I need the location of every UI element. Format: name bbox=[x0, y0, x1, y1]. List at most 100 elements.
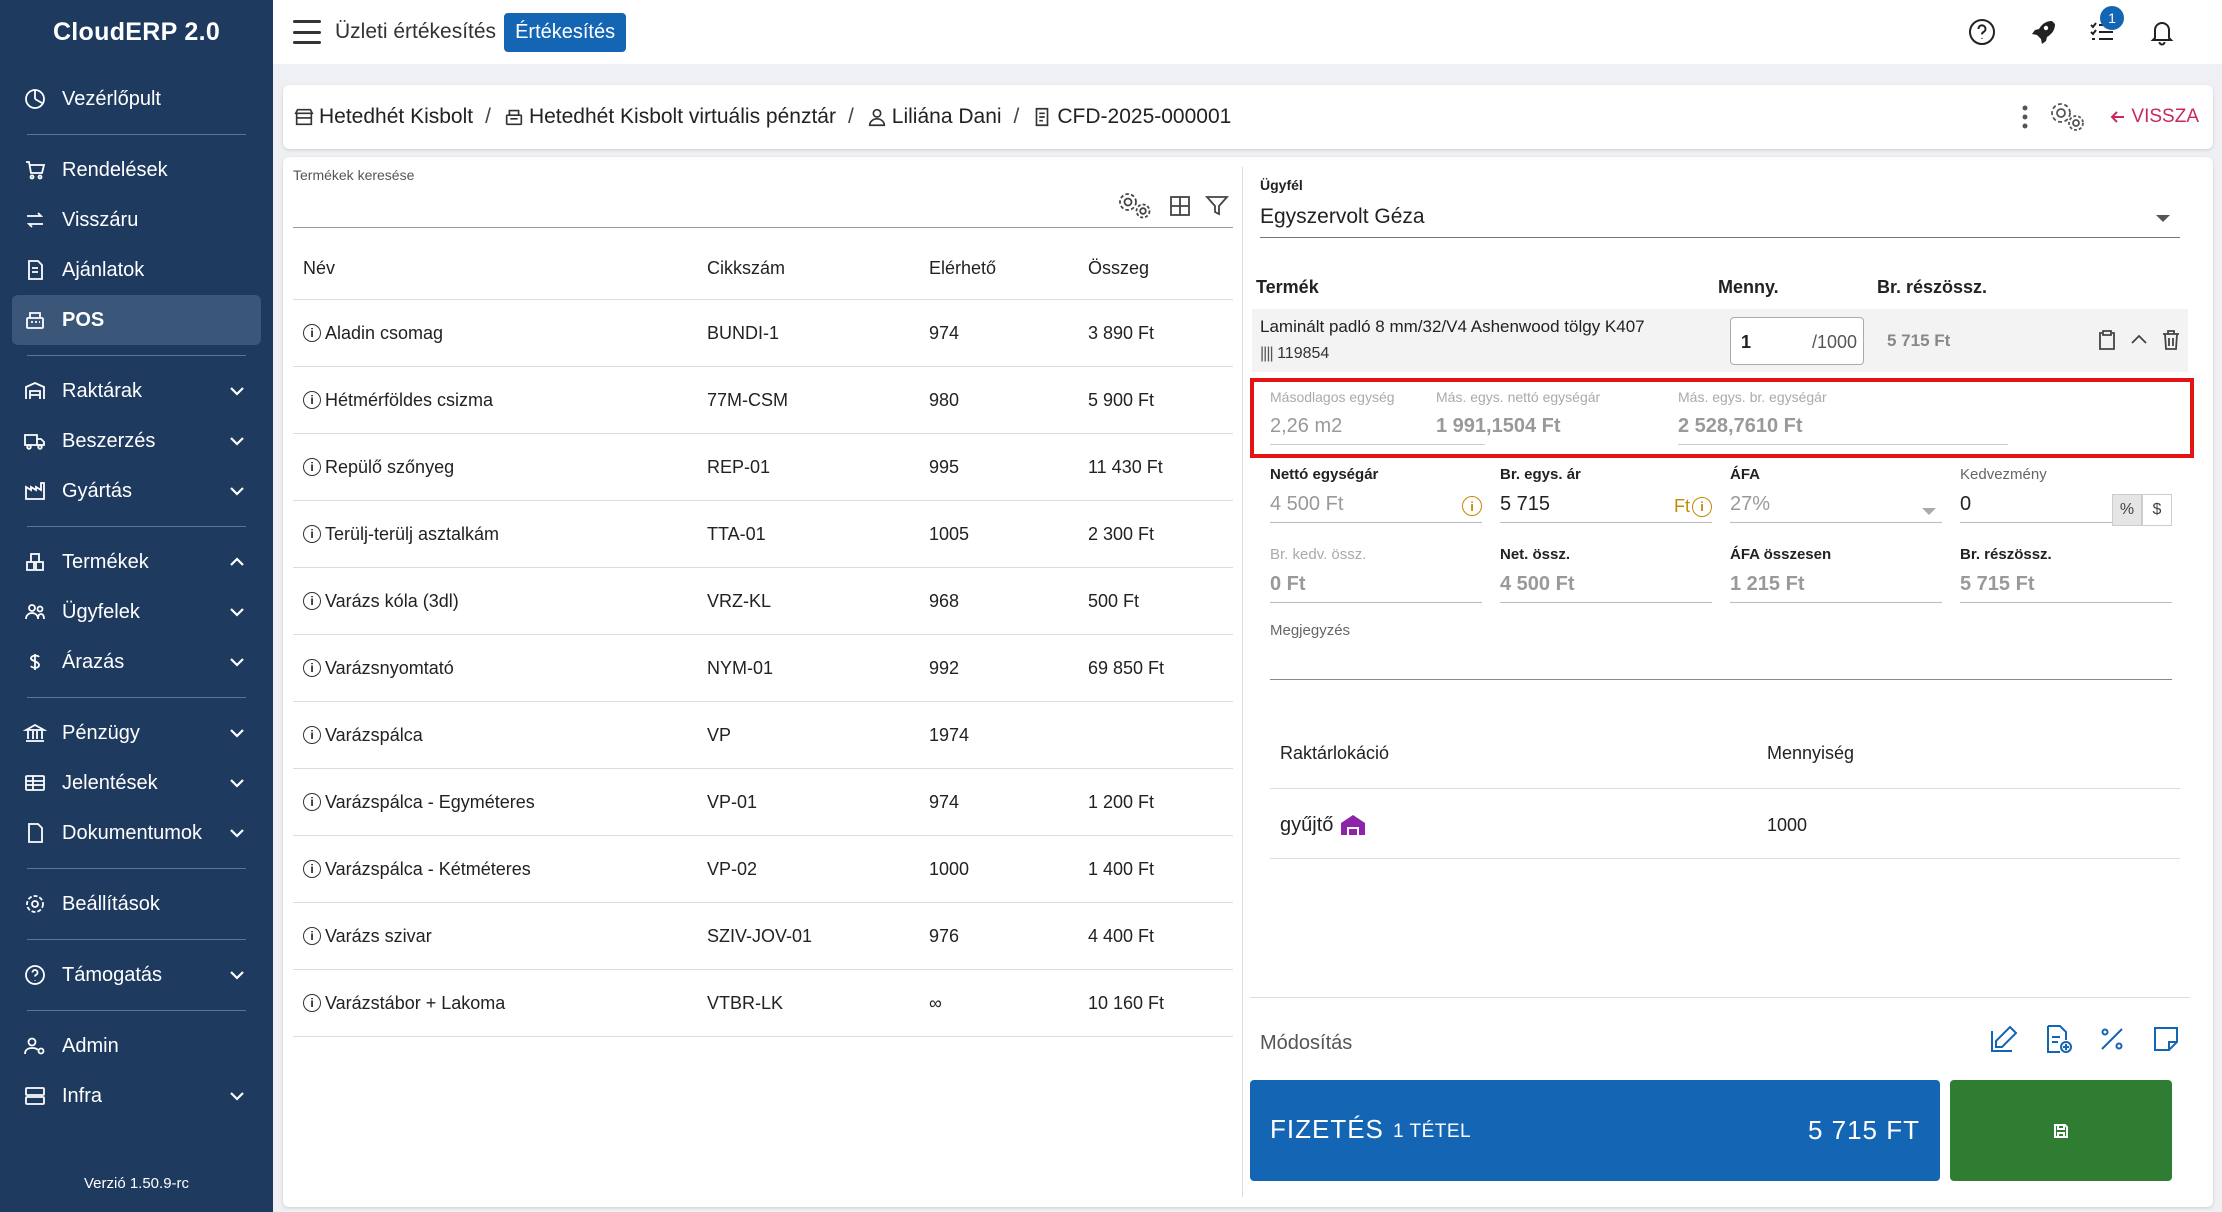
pay-button[interactable]: FIZETÉS 1 TÉTEL 5 715 FT bbox=[1250, 1080, 1940, 1181]
info-icon[interactable]: i bbox=[303, 458, 321, 476]
info-icon[interactable]: i bbox=[303, 324, 321, 342]
table-row[interactable]: i Varázspálca - Kétméteres VP-02 1000 1 400 … bbox=[293, 836, 1233, 903]
info-icon[interactable]: i bbox=[303, 726, 321, 744]
net-unit-price-field[interactable]: Nettó egységár 4 500 Ft i bbox=[1270, 466, 1482, 523]
sidebar-item-infra[interactable]: Infra bbox=[12, 1071, 261, 1121]
chevron-down-icon[interactable] bbox=[227, 652, 247, 672]
breadcrumb-register[interactable]: Hetedhét Kisbolt virtuális pénztár bbox=[503, 105, 836, 129]
caret-down-icon[interactable] bbox=[1922, 508, 1936, 515]
quantity-input[interactable]: 1 /1000 bbox=[1730, 317, 1864, 365]
discount-field[interactable]: Kedvezmény 0 % $ bbox=[1960, 466, 2172, 526]
customer-select[interactable]: Egyszervolt Géza bbox=[1260, 205, 1425, 229]
table-row[interactable]: i Varázspálca - Egyméteres VP-01 974 1 200 F… bbox=[293, 769, 1233, 836]
info-icon[interactable]: i bbox=[303, 860, 321, 878]
add-document-icon[interactable] bbox=[2042, 1023, 2074, 1055]
product-search-input[interactable] bbox=[293, 193, 1033, 227]
sidebar-item-dashboard[interactable]: Vezérlőpult bbox=[12, 74, 261, 124]
col-sku[interactable]: Cikkszám bbox=[707, 258, 785, 279]
caret-down-icon[interactable] bbox=[2156, 215, 2170, 222]
sidebar-item-returns[interactable]: Visszáru bbox=[12, 195, 261, 245]
trash-icon[interactable] bbox=[2160, 329, 2182, 351]
sidebar-item-orders[interactable]: Rendelések bbox=[12, 145, 261, 195]
sidebar-item-reports[interactable]: Jelentések bbox=[12, 758, 261, 808]
table-row[interactable]: i Terülj-terülj asztalkám TTA-01 1005 2 300 … bbox=[293, 501, 1233, 568]
discount-amount-button[interactable]: $ bbox=[2142, 494, 2172, 526]
chevron-down-icon[interactable] bbox=[227, 381, 247, 401]
chevron-up-icon[interactable] bbox=[2128, 329, 2150, 351]
sidebar-item-products[interactable]: Termékek bbox=[12, 537, 261, 587]
save-button[interactable] bbox=[1950, 1080, 2172, 1181]
settings-gears-icon[interactable] bbox=[2049, 101, 2089, 133]
chevron-down-icon[interactable] bbox=[227, 431, 247, 451]
table-row[interactable]: gyűjtő 1000 bbox=[1270, 789, 2180, 859]
breadcrumb-user[interactable]: Liliána Dani bbox=[866, 105, 1002, 129]
help-icon[interactable] bbox=[1952, 0, 2012, 64]
sidebar-item-support[interactable]: Támogatás bbox=[12, 950, 261, 1000]
chevron-down-icon[interactable] bbox=[227, 773, 247, 793]
chevron-up-icon[interactable] bbox=[227, 552, 247, 572]
table-row[interactable]: i Varázstábor + Lakoma VTBR-LK ∞ 10 160 Ft bbox=[293, 970, 1233, 1037]
col-available[interactable]: Elérhető bbox=[929, 258, 996, 279]
sidebar-item-warehouses[interactable]: Raktárak bbox=[12, 366, 261, 416]
info-icon[interactable]: i bbox=[303, 659, 321, 677]
info-icon[interactable]: i bbox=[303, 927, 321, 945]
sidebar-item-purchasing[interactable]: Beszerzés bbox=[12, 416, 261, 466]
chevron-down-icon[interactable] bbox=[227, 602, 247, 622]
breadcrumb-store[interactable]: Hetedhét Kisbolt bbox=[293, 105, 473, 129]
gross-unit-price-field[interactable]: Br. egys. ár 5 715 Ft i bbox=[1500, 466, 1712, 523]
brand-logo[interactable]: CloudERP 2.0 bbox=[0, 0, 273, 64]
discount-percent-button[interactable]: % bbox=[2112, 494, 2142, 526]
currency-suffix: Ft i bbox=[1674, 496, 1712, 517]
note-field[interactable]: Megjegyzés bbox=[1270, 622, 2172, 680]
gross-subtotal-value: 5 715 Ft bbox=[1960, 573, 2035, 595]
vat-select[interactable]: ÁFA 27% bbox=[1730, 466, 1942, 523]
rocket-icon[interactable] bbox=[2012, 0, 2072, 64]
info-icon[interactable]: i bbox=[303, 391, 321, 409]
table-row[interactable]: i Aladin csomag BUNDI-1 974 3 890 Ft bbox=[293, 300, 1233, 367]
table-row[interactable]: i Hétmérföldes csizma 77M-CSM 980 5 900 Ft bbox=[293, 367, 1233, 434]
sidebar-item-customers[interactable]: Ügyfelek bbox=[12, 587, 261, 637]
table-row[interactable]: i Varázsnyomtató NYM-01 992 69 850 Ft bbox=[293, 635, 1233, 702]
table-row[interactable]: i Varázspálca VP 1974 bbox=[293, 702, 1233, 769]
chevron-down-icon[interactable] bbox=[227, 723, 247, 743]
back-button[interactable]: VISSZA bbox=[2109, 106, 2199, 128]
table-row[interactable]: i Varázs kóla (3dl) VRZ-KL 968 500 Ft bbox=[293, 568, 1233, 635]
sidebar-item-documents[interactable]: Dokumentumok bbox=[12, 808, 261, 858]
grid-icon[interactable] bbox=[1169, 195, 1191, 217]
table-row[interactable]: i Repülő szőnyeg REP-01 995 11 430 Ft bbox=[293, 434, 1233, 501]
col-name[interactable]: Név bbox=[303, 258, 335, 279]
chevron-down-icon[interactable] bbox=[227, 481, 247, 501]
dollar-icon bbox=[22, 649, 48, 675]
percent-icon[interactable] bbox=[2096, 1023, 2128, 1055]
chevron-down-icon[interactable] bbox=[227, 823, 247, 843]
cart-item[interactable]: Laminált padló 8 mm/32/V4 Ashenwood tölg… bbox=[1252, 309, 2188, 372]
sidebar-item-pos[interactable]: POS bbox=[12, 295, 261, 345]
clipboard-icon[interactable] bbox=[2096, 329, 2118, 351]
col-amount[interactable]: Összeg bbox=[1088, 258, 1149, 279]
chevron-down-icon[interactable] bbox=[227, 965, 247, 985]
info-icon[interactable]: i bbox=[303, 994, 321, 1012]
warning-icon[interactable]: i bbox=[1462, 496, 1482, 516]
sidebar-item-pricing[interactable]: Árazás bbox=[12, 637, 261, 687]
sidebar-item-offers[interactable]: Ajánlatok bbox=[12, 245, 261, 295]
info-icon[interactable]: i bbox=[303, 793, 321, 811]
info-icon[interactable]: i bbox=[303, 592, 321, 610]
sidebar-item-label: Visszáru bbox=[62, 208, 139, 231]
sidebar-item-manufacturing[interactable]: Gyártás bbox=[12, 466, 261, 516]
sales-chip[interactable]: Értékesítés bbox=[504, 12, 627, 52]
note-icon[interactable] bbox=[2150, 1023, 2182, 1055]
menu-icon[interactable] bbox=[293, 20, 321, 44]
more-vertical-icon[interactable] bbox=[2021, 103, 2029, 131]
table-row[interactable]: i Varázs szivar SZIV-JOV-01 976 4 400 Ft bbox=[293, 903, 1233, 970]
filter-icon[interactable] bbox=[1205, 195, 1229, 217]
info-icon[interactable]: i bbox=[303, 525, 321, 543]
bell-icon[interactable] bbox=[2132, 0, 2192, 64]
edit-icon[interactable] bbox=[1988, 1023, 2020, 1055]
sidebar-item-admin[interactable]: Admin bbox=[12, 1021, 261, 1071]
tasks-icon[interactable]: 1 bbox=[2072, 0, 2132, 64]
settings-gears-icon[interactable] bbox=[1117, 191, 1155, 221]
warning-icon[interactable]: i bbox=[1692, 496, 1712, 517]
sidebar-item-finance[interactable]: Pénzügy bbox=[12, 708, 261, 758]
sidebar-item-settings[interactable]: Beállítások bbox=[12, 879, 261, 929]
chevron-down-icon[interactable] bbox=[227, 1086, 247, 1106]
